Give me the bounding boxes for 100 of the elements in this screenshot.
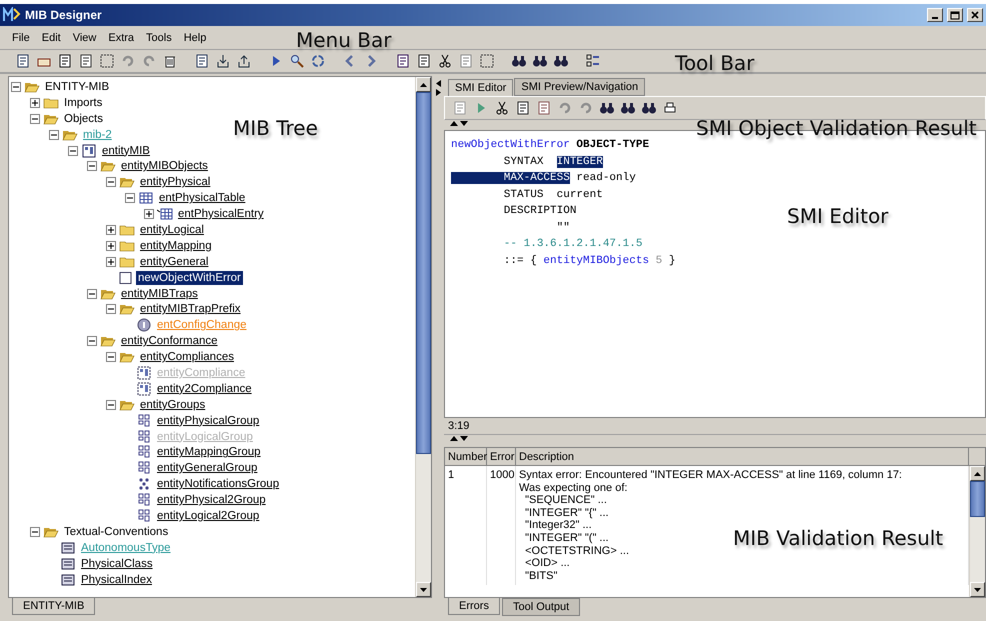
tree-item[interactable]: entityMappingGroup: [155, 445, 263, 460]
table-cell: 1000: [487, 466, 516, 586]
collapse-toggle[interactable]: [68, 146, 78, 156]
minimize-button[interactable]: [927, 8, 943, 22]
collapse-toggle[interactable]: [49, 130, 59, 140]
type-icon: [60, 556, 76, 571]
tree-item[interactable]: PhysicalClass: [79, 556, 155, 571]
scroll-down-button[interactable]: [970, 582, 985, 597]
collapse-toggle[interactable]: [30, 114, 40, 124]
tree-item[interactable]: entPhysicalEntry: [176, 207, 266, 222]
tree-item[interactable]: entityPhysicalGroup: [155, 414, 262, 428]
close-icon: [971, 11, 979, 19]
refresh-button[interactable]: [309, 52, 327, 70]
expand-toggle[interactable]: [30, 98, 40, 108]
find-next-icon: [620, 101, 636, 115]
expand-right-icon[interactable]: [436, 89, 440, 96]
tree-item[interactable]: Textual-Conventions: [62, 524, 170, 539]
collapse-toggle[interactable]: [87, 336, 97, 346]
tree-item[interactable]: entityMIB: [100, 144, 152, 158]
collapse-toggle[interactable]: [106, 352, 116, 362]
tree-item[interactable]: entityMIBTrapPrefix: [138, 302, 243, 316]
collapse-toggle[interactable]: [106, 304, 116, 314]
square-icon: [117, 270, 133, 285]
tree-item[interactable]: entityPhysical2Group: [155, 493, 268, 508]
tab[interactable]: SMI Editor: [448, 79, 514, 96]
collapse-toggle[interactable]: [106, 400, 116, 410]
folder-icon: [43, 96, 59, 110]
expand-toggle[interactable]: [106, 224, 116, 235]
scroll-up-button[interactable]: [970, 466, 985, 481]
find-icon: [599, 101, 615, 115]
close-button[interactable]: [967, 8, 983, 22]
menu-item[interactable]: File: [8, 30, 38, 46]
folder-icon: [119, 254, 135, 269]
tree-item[interactable]: Objects: [62, 112, 105, 126]
tree-item[interactable]: entityMIBTraps: [119, 286, 200, 301]
expand-toggle[interactable]: [106, 256, 116, 267]
select-button[interactable]: [478, 52, 496, 70]
run-icon: [270, 54, 282, 68]
expand-toggle[interactable]: [106, 240, 116, 251]
menu-item[interactable]: Help: [180, 30, 214, 46]
tree-item[interactable]: entPhysicalTable: [157, 191, 248, 206]
minus-icon: [108, 179, 114, 186]
tree-item[interactable]: entityConformance: [119, 334, 220, 348]
select-button[interactable]: [98, 52, 116, 70]
maximize-button[interactable]: [947, 8, 963, 22]
column-header[interactable]: Description: [516, 448, 969, 466]
tab[interactable]: Tool Output: [502, 598, 580, 616]
up-arrow-icon: [974, 472, 981, 476]
menu-item[interactable]: Edit: [38, 30, 69, 46]
column-header[interactable]: Error: [487, 448, 516, 466]
menu-item[interactable]: Extra: [104, 30, 142, 46]
redo-icon: [579, 101, 593, 115]
maximize-icon: [950, 10, 960, 20]
tree-item[interactable]: entityMIBObjects: [119, 159, 210, 174]
tree-item[interactable]: entityMapping: [138, 238, 214, 253]
import-icon: [216, 54, 230, 68]
tree-item[interactable]: entityNotificationsGroup: [155, 477, 282, 492]
minus-icon: [108, 402, 114, 408]
tree-item[interactable]: entityLogical: [138, 222, 206, 237]
collapse-toggle[interactable]: [87, 161, 97, 172]
tree-item[interactable]: newObjectWithError: [136, 270, 243, 285]
collapse-toggle[interactable]: [106, 177, 116, 188]
column-header[interactable]: Number: [445, 448, 487, 466]
back-icon: [344, 54, 356, 68]
window-title: MIB Designer: [25, 8, 103, 22]
paste-icon: [537, 101, 551, 115]
annotation-label: MIB Tree: [233, 116, 318, 140]
expand-toggle[interactable]: [144, 209, 154, 220]
scroll-up-button[interactable]: [416, 77, 431, 92]
tree-item[interactable]: entityPhysical: [138, 175, 212, 190]
find-next-icon: [532, 54, 548, 68]
tree-item[interactable]: entityGroups: [138, 398, 208, 412]
tab[interactable]: Errors: [448, 598, 500, 615]
tree-item[interactable]: entity2Compliance: [155, 382, 254, 396]
collapse-toggle[interactable]: [87, 288, 97, 299]
search-button[interactable]: [288, 52, 306, 70]
tree-item[interactable]: entityGeneralGroup: [155, 461, 260, 476]
split-arrows-icon[interactable]: [450, 435, 470, 441]
tab[interactable]: ENTITY-MIB: [12, 598, 96, 615]
minus-icon: [108, 306, 114, 312]
dashed-grid-icon: [136, 366, 152, 380]
tree-item[interactable]: entityLogical2Group: [155, 508, 262, 523]
collapse-toggle[interactable]: [125, 193, 135, 204]
collapse-toggle[interactable]: [11, 82, 21, 92]
tree-item[interactable]: entityGeneral: [138, 254, 210, 269]
tree-item[interactable]: ENTITY-MIB: [43, 80, 112, 94]
collapse-left-icon[interactable]: [436, 80, 440, 87]
scroll-down-button[interactable]: [416, 582, 431, 597]
menu-item[interactable]: Tools: [142, 30, 180, 46]
group-icon: [136, 430, 152, 444]
circle-icon: [136, 318, 152, 332]
menu-item[interactable]: View: [68, 30, 104, 46]
annotation-label: Tool Bar: [675, 51, 754, 75]
collapse-toggle[interactable]: [30, 526, 40, 537]
undo-icon: [558, 101, 572, 115]
tree-item[interactable]: Imports: [62, 96, 104, 110]
tab[interactable]: SMI Preview/Navigation: [514, 78, 646, 96]
tree-item[interactable]: entityCompliances: [138, 350, 236, 364]
split-arrows-icon[interactable]: [450, 120, 470, 126]
tree-item[interactable]: PhysicalIndex: [79, 572, 154, 587]
